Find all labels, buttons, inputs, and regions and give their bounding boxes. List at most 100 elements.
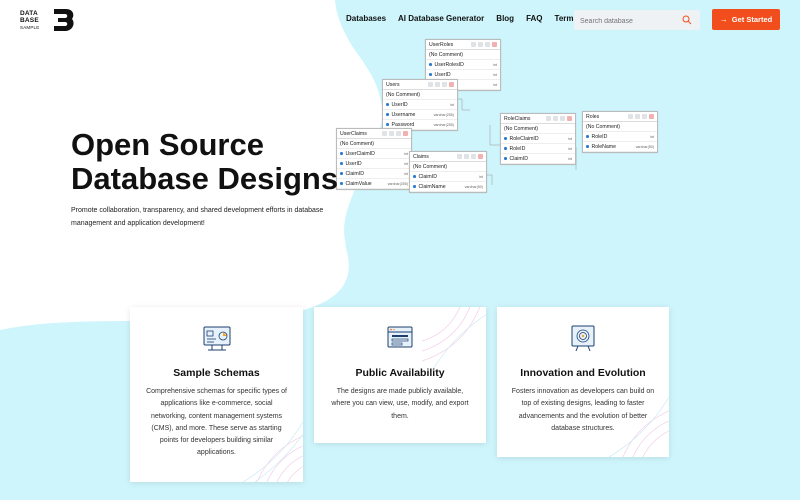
table-comment: (No Comment) (583, 122, 657, 132)
table-field: ClaimName varchar(50) (410, 182, 486, 192)
field-type: varchar(255) (433, 112, 454, 117)
er-table-claims[interactable]: Claims (No Comment) ClaimID int ClaimName… (409, 151, 487, 193)
field-dot-icon (504, 147, 507, 150)
field-dot-icon (386, 123, 389, 126)
field-dot-icon (386, 103, 389, 106)
field-name: RoleID (509, 145, 526, 152)
get-started-button[interactable]: → Get Started (712, 9, 780, 30)
card-title: Public Availability (355, 367, 445, 379)
edit-icon[interactable] (471, 42, 476, 47)
table-field: UserID int (383, 100, 457, 110)
delete-icon[interactable] (478, 154, 483, 159)
field-type: int (568, 146, 572, 151)
nav-faq[interactable]: FAQ (526, 14, 542, 23)
search-icon[interactable] (682, 15, 692, 25)
feature-card-sample-schemas: Sample Schemas Comprehensive schemas for… (130, 307, 303, 482)
main-nav: Databases AI Database Generator Blog FAQ… (346, 14, 598, 23)
table-comment: (No Comment) (410, 162, 486, 172)
field-name: ClaimName (418, 183, 446, 190)
field-name: RoleName (591, 143, 617, 150)
table-field: Username varchar(255) (383, 110, 457, 120)
table-name: Roles (586, 113, 600, 120)
field-type: int (568, 156, 572, 161)
browser-window-icon (387, 326, 413, 348)
field-dot-icon (586, 135, 589, 138)
field-name: UserRolesID (434, 61, 464, 68)
field-type: int (568, 136, 572, 141)
edit-icon[interactable] (457, 154, 462, 159)
delete-icon[interactable] (492, 42, 497, 47)
field-type: int (404, 151, 408, 156)
settings-icon[interactable] (635, 114, 640, 119)
search-input[interactable] (574, 11, 674, 32)
field-dot-icon (429, 73, 432, 76)
site-logo[interactable]: DATA BASE SAMPLE (20, 8, 80, 34)
field-type: int (404, 171, 408, 176)
copy-icon[interactable] (642, 114, 647, 119)
card-body: Fosters innovation as developers can bui… (511, 388, 655, 432)
field-name: Password (391, 121, 415, 128)
copy-icon[interactable] (560, 116, 565, 121)
field-type: int (404, 161, 408, 166)
logo-mark-icon (54, 9, 74, 31)
copy-icon[interactable] (442, 82, 447, 87)
er-table-roles[interactable]: Roles (No Comment) RoleID int RoleName var… (582, 111, 658, 153)
table-comment: (No Comment) (383, 90, 457, 100)
logo-line-3: SAMPLE (20, 25, 40, 30)
field-dot-icon (413, 175, 416, 178)
delete-icon[interactable] (449, 82, 454, 87)
field-type: int (479, 174, 483, 179)
table-field: RoleName varchar(50) (583, 142, 657, 152)
table-name: Claims (413, 153, 429, 160)
card-body: The designs are made publicly available,… (331, 388, 469, 420)
copy-icon[interactable] (471, 154, 476, 159)
card-body: Comprehensive schemas for specific types… (146, 388, 287, 457)
nav-blog[interactable]: Blog (496, 14, 514, 23)
table-field: RoleID int (583, 132, 657, 142)
nav-ai-database-generator[interactable]: AI Database Generator (398, 14, 484, 23)
hero-title: Open Source Database Designs (71, 128, 391, 196)
delete-icon[interactable] (649, 114, 654, 119)
settings-icon[interactable] (435, 82, 440, 87)
field-type: int (493, 62, 497, 67)
copy-icon[interactable] (396, 131, 401, 136)
logo-line-2: BASE (20, 17, 39, 24)
feature-card-innovation-evolution: Innovation and Evolution Fosters innovat… (497, 307, 669, 457)
dashboard-icon (203, 326, 230, 351)
field-name: UserID (391, 101, 408, 108)
hero-subtitle: Promote collaboration, transparency, and… (71, 207, 324, 227)
field-dot-icon (413, 185, 416, 188)
field-name: RoleID (591, 133, 608, 140)
field-dot-icon (429, 63, 432, 66)
table-name: Users (386, 81, 400, 88)
field-type: int (650, 134, 654, 139)
edit-icon[interactable] (628, 114, 633, 119)
field-name: Username (391, 111, 416, 118)
settings-icon[interactable] (464, 154, 469, 159)
table-field: UserRolesID int (426, 60, 500, 70)
decorative-swirl (422, 307, 486, 371)
delete-icon[interactable] (403, 131, 408, 136)
delete-icon[interactable] (567, 116, 572, 121)
field-type: varchar(255) (433, 122, 454, 127)
settings-icon[interactable] (478, 42, 483, 47)
hero-title-line-2: Database Designs (71, 161, 339, 196)
table-name: UserRoles (429, 41, 454, 48)
er-table-roleclaims[interactable]: RoleClaims (No Comment) RoleClaimID int R… (500, 113, 576, 165)
feature-card-public-availability: Public Availability The designs are made… (314, 307, 486, 443)
table-header: UserRoles (426, 40, 500, 50)
field-name: RoleClaimID (509, 135, 539, 142)
table-field: RoleClaimID int (501, 134, 575, 144)
table-header: RoleClaims (501, 114, 575, 124)
table-header: Roles (583, 112, 657, 122)
field-type: int (493, 72, 497, 77)
copy-icon[interactable] (485, 42, 490, 47)
site-header: DATA BASE SAMPLE Databases AI Database G… (0, 0, 800, 40)
edit-icon[interactable] (428, 82, 433, 87)
er-table-users[interactable]: Users (No Comment) UserID int Username var… (382, 79, 458, 131)
field-name: ClaimID (509, 155, 528, 162)
edit-icon[interactable] (546, 116, 551, 121)
settings-icon[interactable] (553, 116, 558, 121)
field-name: ClaimID (418, 173, 437, 180)
nav-databases[interactable]: Databases (346, 14, 386, 23)
